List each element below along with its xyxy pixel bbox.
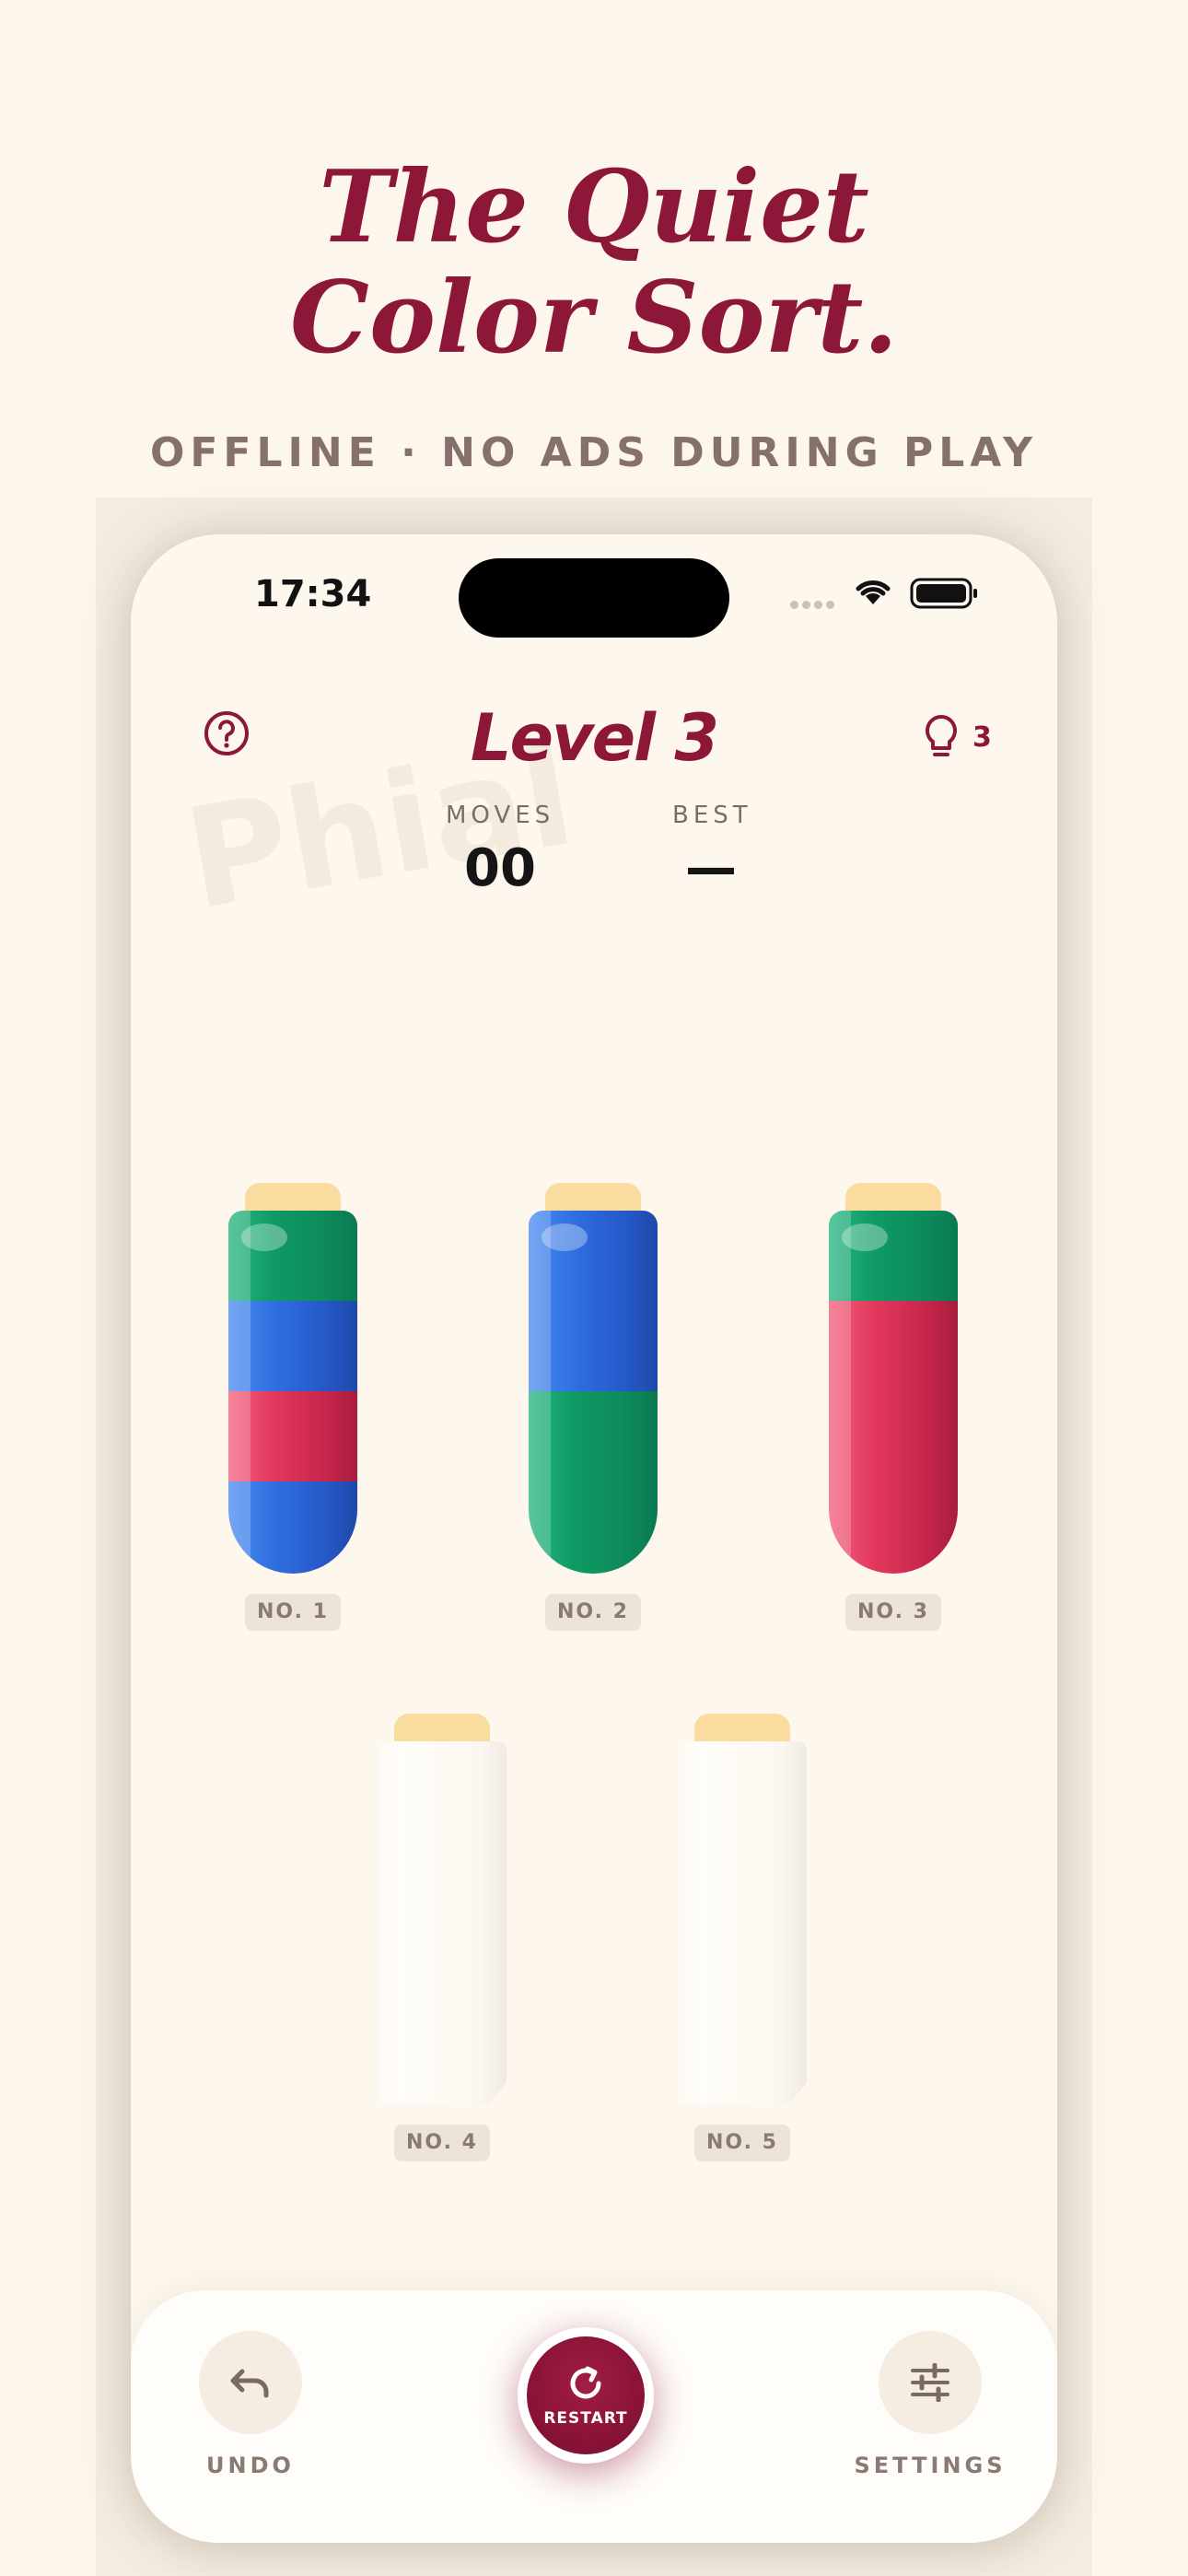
tube-2[interactable]: NO. 2 xyxy=(529,1183,658,1644)
settings-button[interactable] xyxy=(879,2331,982,2434)
best-value: — xyxy=(685,838,737,898)
tube-label: NO. 5 xyxy=(694,2125,790,2161)
tube-glass xyxy=(829,1211,958,1574)
headline-line-1: The Quiet xyxy=(319,149,869,265)
tube-5[interactable]: NO. 5 xyxy=(678,1714,807,2174)
tube-4[interactable]: NO. 4 xyxy=(378,1714,507,2174)
tube-label: NO. 2 xyxy=(545,1594,641,1631)
hint-count: 3 xyxy=(973,720,992,754)
hint-button[interactable]: 3 xyxy=(923,709,992,765)
lightbulb-icon xyxy=(926,715,957,756)
moves-label: MOVES xyxy=(446,802,555,829)
phone-screen: 17:34 Phial Level 3 3 MOVES 00 BEST — NO… xyxy=(131,534,1057,2543)
level-title: Level 3 xyxy=(470,700,719,776)
tube-glass xyxy=(529,1211,658,1574)
status-time: 17:34 xyxy=(254,573,372,615)
battery-icon xyxy=(910,578,977,609)
tube-label: NO. 3 xyxy=(845,1594,941,1631)
moves-value: 00 xyxy=(464,838,536,898)
restart-icon xyxy=(570,2366,601,2399)
wifi-icon xyxy=(856,580,891,604)
bottom-toolbar: UNDO RESTART SETTINGS xyxy=(131,2290,1057,2543)
settings-label: SETTINGS xyxy=(854,2453,1007,2478)
sliders-icon xyxy=(911,2363,949,2402)
headline-line-2: Color Sort. xyxy=(290,260,898,376)
dynamic-island xyxy=(459,558,729,638)
undo-icon xyxy=(230,2369,269,2398)
undo-button[interactable] xyxy=(199,2331,302,2434)
tube-glass xyxy=(228,1211,357,1574)
signal-icon xyxy=(790,597,838,614)
tube-glass xyxy=(378,1741,507,2104)
tube-3[interactable]: NO. 3 xyxy=(829,1183,958,1644)
tube-1[interactable]: NO. 1 xyxy=(228,1183,357,1644)
tube-label: NO. 1 xyxy=(245,1594,341,1631)
tube-glass xyxy=(678,1741,807,2104)
undo-label: UNDO xyxy=(206,2453,295,2478)
restart-label: RESTART xyxy=(543,2409,628,2428)
restart-button[interactable]: RESTART xyxy=(518,2327,654,2464)
best-label: BEST xyxy=(672,802,752,829)
tagline: OFFLINE · NO ADS DURING PLAY xyxy=(149,429,1039,476)
tube-label: NO. 4 xyxy=(394,2125,490,2161)
